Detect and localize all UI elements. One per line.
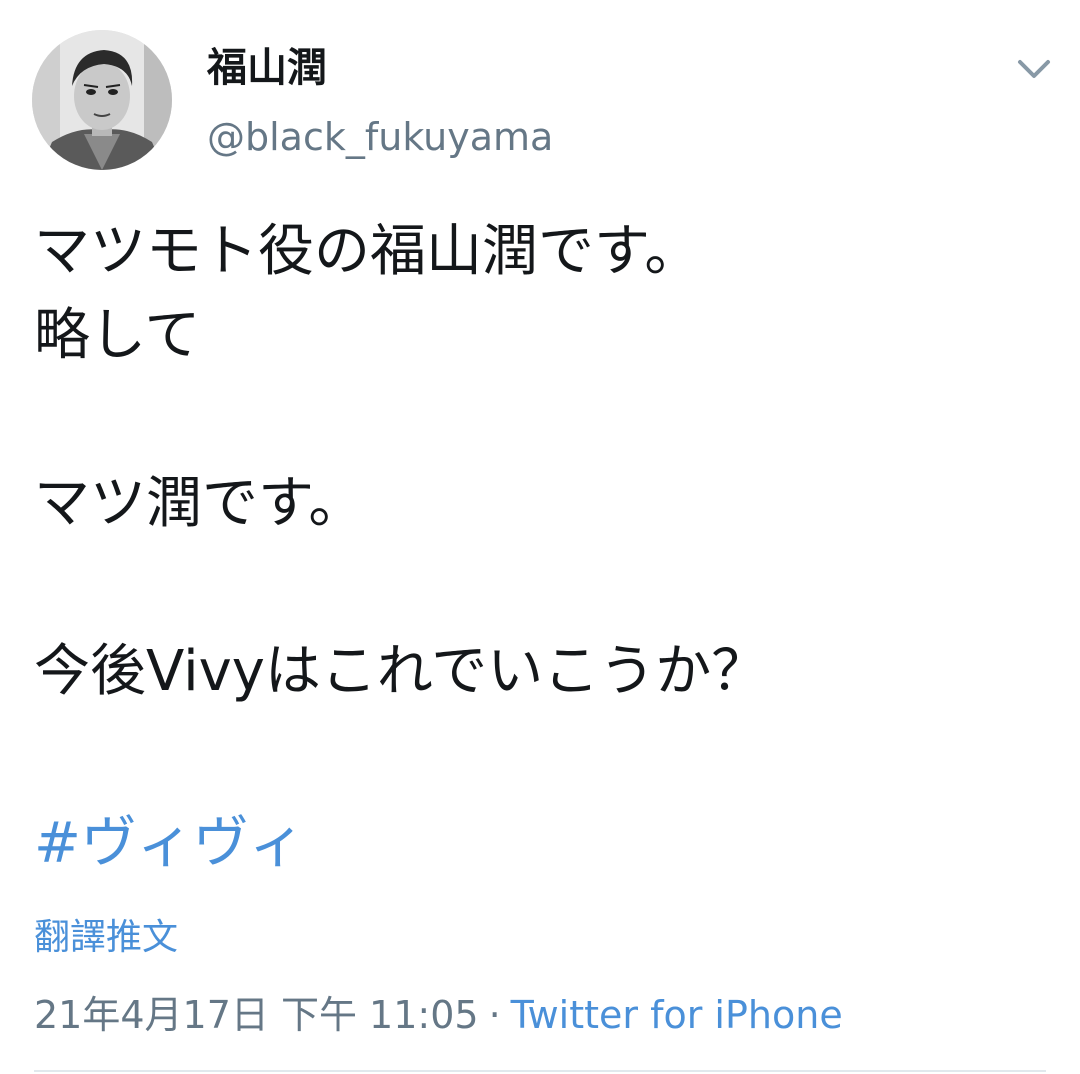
tweet-text-line xyxy=(34,546,1044,630)
avatar-image xyxy=(32,30,172,170)
author-display-name[interactable]: 福山潤 xyxy=(207,42,327,94)
tweet-text-line: 略して xyxy=(34,303,201,368)
tweet-menu-button[interactable] xyxy=(1016,56,1052,82)
tweet-text: マツモト役の福山潤です。 略して マツ潤です。 今後Vivyはこれでいこうか？ xyxy=(34,210,1044,714)
tweet-meta: 21年4月17日 下午 11:05 · Twitter for iPhone xyxy=(34,990,843,1040)
divider xyxy=(34,1070,1046,1072)
avatar[interactable] xyxy=(32,30,172,170)
hashtag-link[interactable]: #ヴィヴィ xyxy=(34,808,305,880)
meta-separator: · xyxy=(488,993,501,1037)
translate-tweet-link[interactable]: 翻譯推文 xyxy=(34,914,178,962)
chevron-down-icon xyxy=(1018,60,1050,78)
tweet-text-line: 今後Vivyはこれでいこうか？ xyxy=(34,639,768,704)
tweet-timestamp[interactable]: 21年4月17日 下午 11:05 xyxy=(34,993,479,1037)
tweet-source-link[interactable]: Twitter for iPhone xyxy=(511,993,843,1037)
tweet-text-line: マツモト役の福山潤です。 xyxy=(34,219,701,284)
author-handle[interactable]: @black_fukuyama xyxy=(207,113,553,161)
tweet-text-line: マツ潤です。 xyxy=(34,471,365,536)
tweet-text-line xyxy=(34,378,1044,462)
